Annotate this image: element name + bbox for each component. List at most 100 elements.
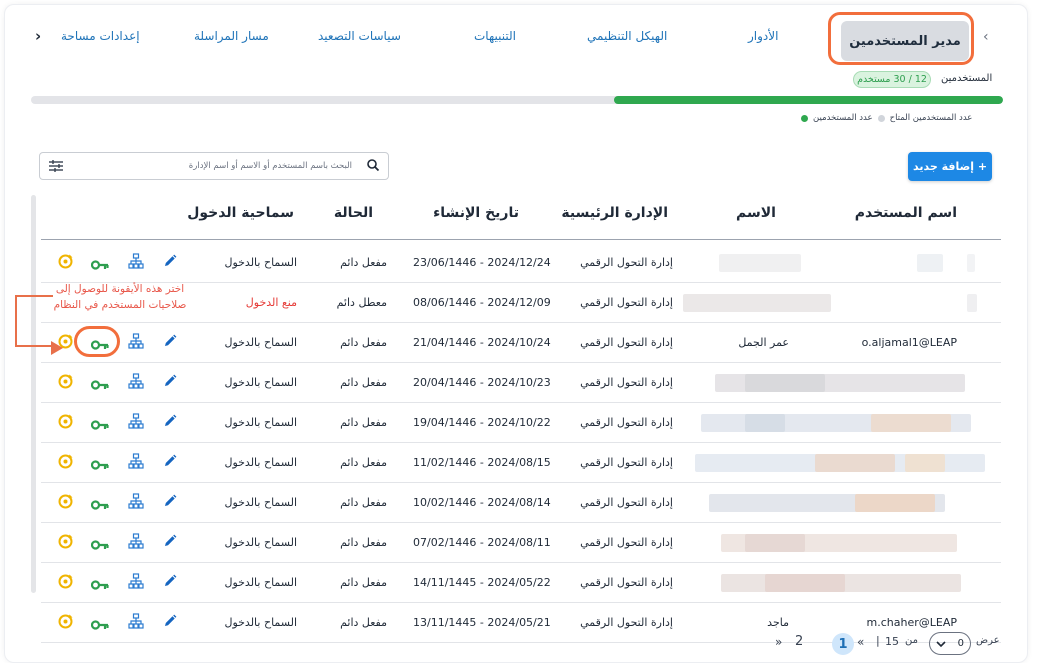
key-icon[interactable] <box>90 376 109 395</box>
table-row[interactable]: إدارة التحول الرقمي 23/06/1446 - 2024/12/… <box>41 243 1001 283</box>
cell-username: m.chaher@LEAP <box>866 616 957 629</box>
pager-page-1[interactable]: 1 <box>832 633 854 655</box>
edit-icon[interactable] <box>163 373 177 392</box>
key-icon[interactable] <box>90 416 109 435</box>
chevron-right-icon[interactable]: ‹ <box>983 29 989 45</box>
edit-icon[interactable] <box>163 573 177 592</box>
org-chart-icon[interactable] <box>128 533 144 553</box>
cell-department: إدارة التحول الرقمي <box>580 496 673 509</box>
cell-created: 20/04/1446 - 2024/10/23 <box>413 376 551 389</box>
cell-status: مفعل دائم <box>340 496 387 509</box>
cell-access: السماح بالدخول <box>224 416 297 429</box>
page-size-select[interactable]: 0 <box>929 632 971 655</box>
key-icon[interactable] <box>90 456 109 475</box>
org-chart-icon[interactable] <box>128 373 144 393</box>
key-icon[interactable] <box>90 496 109 515</box>
annotation-arrow-icon <box>51 341 63 355</box>
reset-password-icon[interactable] <box>57 493 74 514</box>
pager-of-label: من <box>905 635 918 646</box>
search-box[interactable]: البحث باسم المستخدم أو الاسم أو اسم الإد… <box>39 152 389 180</box>
table-scrollbar[interactable] <box>31 195 36 593</box>
tab-alerts[interactable]: التنبيهات <box>474 29 516 43</box>
usage-legend: عدد المستخدمين المتاح عدد المستخدمين <box>801 113 972 123</box>
header-name: الاسم <box>736 205 776 221</box>
cell-username: o.aljamal1@LEAP <box>861 336 957 349</box>
cell-department: إدارة التحول الرقمي <box>580 616 673 629</box>
tab-bar: ‹ مدير المستخدمين الأدوار الهيكل التنظيم… <box>5 5 1027 67</box>
cell-status: مفعل دائم <box>340 576 387 589</box>
tab-workspace-settings[interactable]: إعدادات مساحة <box>61 29 140 43</box>
usage-bar <box>31 96 1003 104</box>
reset-password-icon[interactable] <box>57 413 74 434</box>
cell-created: 19/04/1446 - 2024/10/22 <box>413 416 551 429</box>
table-row[interactable]: إدارة التحول الرقمي 07/02/1446 - 2024/08/… <box>41 523 1001 563</box>
tab-roles[interactable]: الأدوار <box>748 29 778 43</box>
key-icon[interactable] <box>90 616 109 635</box>
reset-password-icon[interactable] <box>57 453 74 474</box>
cell-created: 10/02/1446 - 2024/08/14 <box>413 496 551 509</box>
reset-password-icon[interactable] <box>57 613 74 634</box>
edit-icon[interactable] <box>163 533 177 552</box>
table-row[interactable]: إدارة التحول الرقمي 20/04/1446 - 2024/10/… <box>41 363 1001 403</box>
cell-department: إدارة التحول الرقمي <box>580 576 673 589</box>
key-icon[interactable] <box>90 536 109 555</box>
redacted-cell <box>765 574 845 592</box>
tab-escalation[interactable]: سياسات التصعيد <box>318 29 401 43</box>
usage-bar-fill <box>614 96 1003 104</box>
filter-icon[interactable] <box>48 159 64 173</box>
redacted-cell <box>917 254 943 272</box>
table-row[interactable]: إدارة التحول الرقمي 11/02/1446 - 2024/08/… <box>41 443 1001 483</box>
reset-password-icon[interactable] <box>57 573 74 594</box>
org-chart-icon[interactable] <box>128 453 144 473</box>
chevron-left-icon[interactable]: › <box>35 27 41 45</box>
tab-org-structure[interactable]: الهيكل التنظيمي <box>587 29 667 43</box>
key-icon[interactable] <box>90 256 109 275</box>
redacted-cell <box>967 254 975 272</box>
search-icon[interactable] <box>366 158 380 172</box>
table-row[interactable]: إدارة التحول الرقمي 10/02/1446 - 2024/08/… <box>41 483 1001 523</box>
key-icon[interactable] <box>90 576 109 595</box>
edit-icon[interactable] <box>163 493 177 512</box>
edit-icon[interactable] <box>163 413 177 432</box>
org-chart-icon[interactable] <box>128 413 144 433</box>
cell-access: السماح بالدخول <box>224 376 297 389</box>
users-panel: ‹ مدير المستخدمين الأدوار الهيكل التنظيم… <box>4 4 1028 663</box>
edit-icon[interactable] <box>163 453 177 472</box>
table-row[interactable]: إدارة التحول الرقمي 19/04/1446 - 2024/10/… <box>41 403 1001 443</box>
pager-next[interactable]: » <box>775 635 782 649</box>
table-row[interactable]: إدارة التحول الرقمي 14/11/1445 - 2024/05/… <box>41 563 1001 603</box>
edit-icon[interactable] <box>163 613 177 632</box>
pager-prev[interactable]: « <box>857 635 864 649</box>
add-new-button[interactable]: + إضافة جديد <box>908 152 992 181</box>
header-department: الإدارة الرئيسية <box>561 205 668 221</box>
redacted-cell <box>719 254 801 272</box>
org-chart-icon[interactable] <box>128 573 144 593</box>
page-size-value: 0 <box>957 638 964 649</box>
reset-password-icon[interactable] <box>57 373 74 394</box>
org-chart-icon[interactable] <box>128 613 144 633</box>
cell-access: السماح بالدخول <box>224 536 297 549</box>
search-input[interactable]: البحث باسم المستخدم أو الاسم أو اسم الإد… <box>189 161 352 171</box>
edit-icon[interactable] <box>163 333 177 352</box>
cell-status: مفعل دائم <box>340 456 387 469</box>
reset-password-icon[interactable] <box>57 533 74 554</box>
cell-created: 13/11/1445 - 2024/05/21 <box>413 616 551 629</box>
table-header: اسم المستخدم الاسم الإدارة الرئيسية تاري… <box>41 201 1001 239</box>
cell-access: السماح بالدخول <box>224 616 297 629</box>
legend-available-dot <box>877 114 885 122</box>
redacted-cell <box>745 374 825 392</box>
org-chart-icon[interactable] <box>128 253 144 273</box>
edit-icon[interactable] <box>163 253 177 272</box>
redacted-cell <box>967 294 977 312</box>
reset-password-icon[interactable] <box>57 253 74 274</box>
org-chart-icon[interactable] <box>128 493 144 513</box>
tab-correspondence[interactable]: مسار المراسلة <box>194 29 269 43</box>
pager-page-2[interactable]: 2 <box>795 634 803 649</box>
table-row[interactable]: o.aljamal1@LEAP عمر الجمل إدارة التحول الر… <box>41 323 1001 363</box>
cell-name: عمر الجمل <box>738 336 789 349</box>
cell-status: معطل دائم <box>336 296 387 309</box>
cell-department: إدارة التحول الرقمي <box>580 296 673 309</box>
cell-status: مفعل دائم <box>340 416 387 429</box>
cell-created: 23/06/1446 - 2024/12/24 <box>413 256 551 269</box>
org-chart-icon[interactable] <box>128 333 144 353</box>
